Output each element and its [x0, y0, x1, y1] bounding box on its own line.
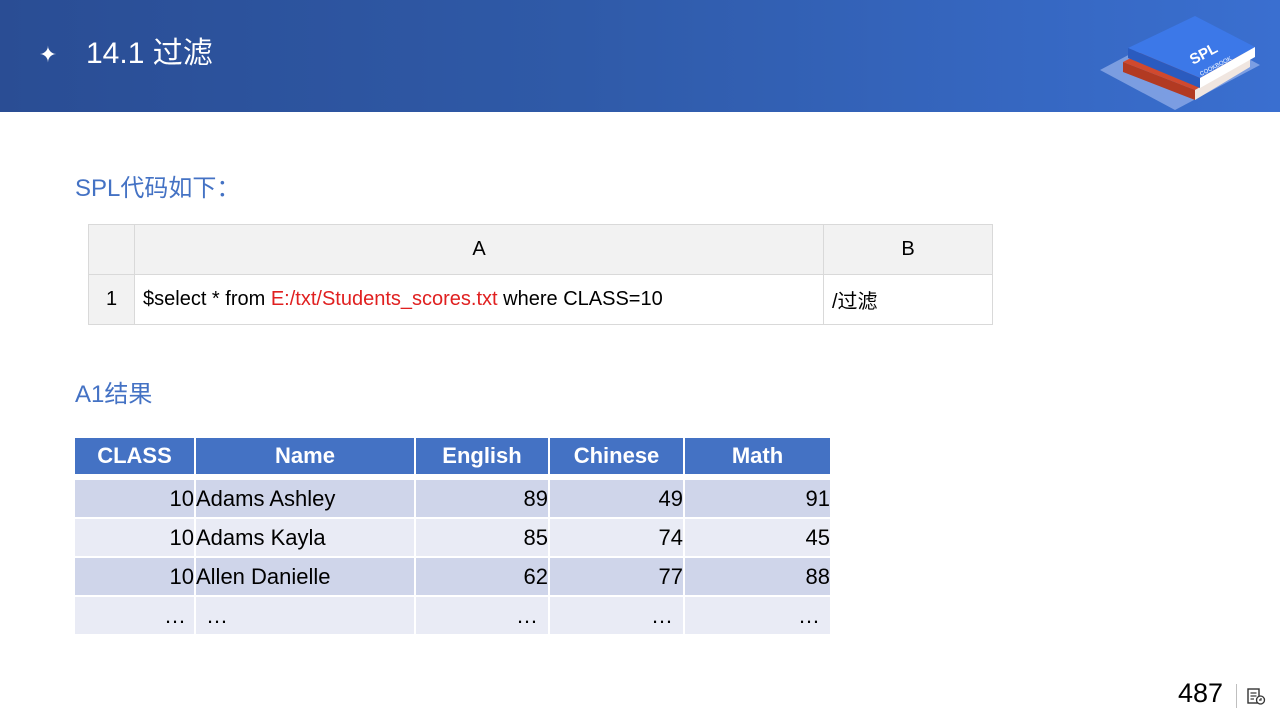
table-row: 10 Adams Kayla 85 74 45: [75, 517, 830, 556]
column-header-class: CLASS: [75, 438, 196, 474]
code-section-label: SPL代码如下：: [75, 175, 241, 202]
code-text: where CLASS=10: [497, 288, 663, 310]
cell-math: …: [685, 595, 830, 634]
sparkle-icon: ✦: [38, 42, 58, 67]
grid-row-header-1: 1: [88, 274, 135, 325]
table-row: 10 Allen Danielle 62 77 88: [75, 556, 830, 595]
cell-name: …: [196, 595, 416, 634]
code-file-path: E:/txt/Students_scores.txt: [270, 288, 498, 310]
result-table: CLASS Name English Chinese Math 10 Adams…: [75, 438, 830, 634]
grid-column-header-a: A: [134, 224, 824, 275]
column-header-name: Name: [196, 438, 416, 474]
cell-class: 10: [75, 556, 196, 595]
grid-column-header-b: B: [823, 224, 993, 275]
spl-cookbook-logo: SPL COOKBOOK: [1100, 16, 1260, 110]
cell-class: 10: [75, 517, 196, 556]
grid-cell-b1[interactable]: /过滤: [823, 274, 993, 325]
cell-class: …: [75, 595, 196, 634]
cell-math: 88: [685, 556, 830, 595]
result-section-label: A1结果: [75, 381, 153, 408]
cell-chinese: 49: [550, 478, 685, 517]
cell-english: 85: [416, 517, 550, 556]
cell-english: 89: [416, 478, 550, 517]
column-header-chinese: Chinese: [550, 438, 685, 474]
slide-title: 14.1 过滤: [86, 37, 213, 70]
grid-corner-cell: [88, 224, 135, 275]
table-row: 10 Adams Ashley 89 49 91: [75, 478, 830, 517]
cell-name: Adams Kayla: [196, 517, 416, 556]
slide-header: ✦ 14.1 过滤 SPL COOKBOOK: [0, 0, 1280, 112]
table-row: … … … … …: [75, 595, 830, 634]
slide-notes-icon[interactable]: [1246, 686, 1266, 706]
cell-english: 62: [416, 556, 550, 595]
grid-cell-a1[interactable]: $select * from E:/txt/Students_scores.tx…: [134, 274, 824, 325]
spl-code-grid: A B 1 $select * from E:/txt/Students_sco…: [88, 224, 993, 325]
column-header-math: Math: [685, 438, 830, 474]
column-header-english: English: [416, 438, 550, 474]
footer-divider: [1236, 684, 1237, 708]
cell-name: Allen Danielle: [196, 556, 416, 595]
cell-english: …: [416, 595, 550, 634]
cell-math: 91: [685, 478, 830, 517]
cell-chinese: …: [550, 595, 685, 634]
cell-chinese: 77: [550, 556, 685, 595]
cell-chinese: 74: [550, 517, 685, 556]
cell-name: Adams Ashley: [196, 478, 416, 517]
code-text: $select * from: [143, 288, 271, 310]
cell-math: 45: [685, 517, 830, 556]
page-number: 487: [1178, 678, 1224, 708]
cell-class: 10: [75, 478, 196, 517]
